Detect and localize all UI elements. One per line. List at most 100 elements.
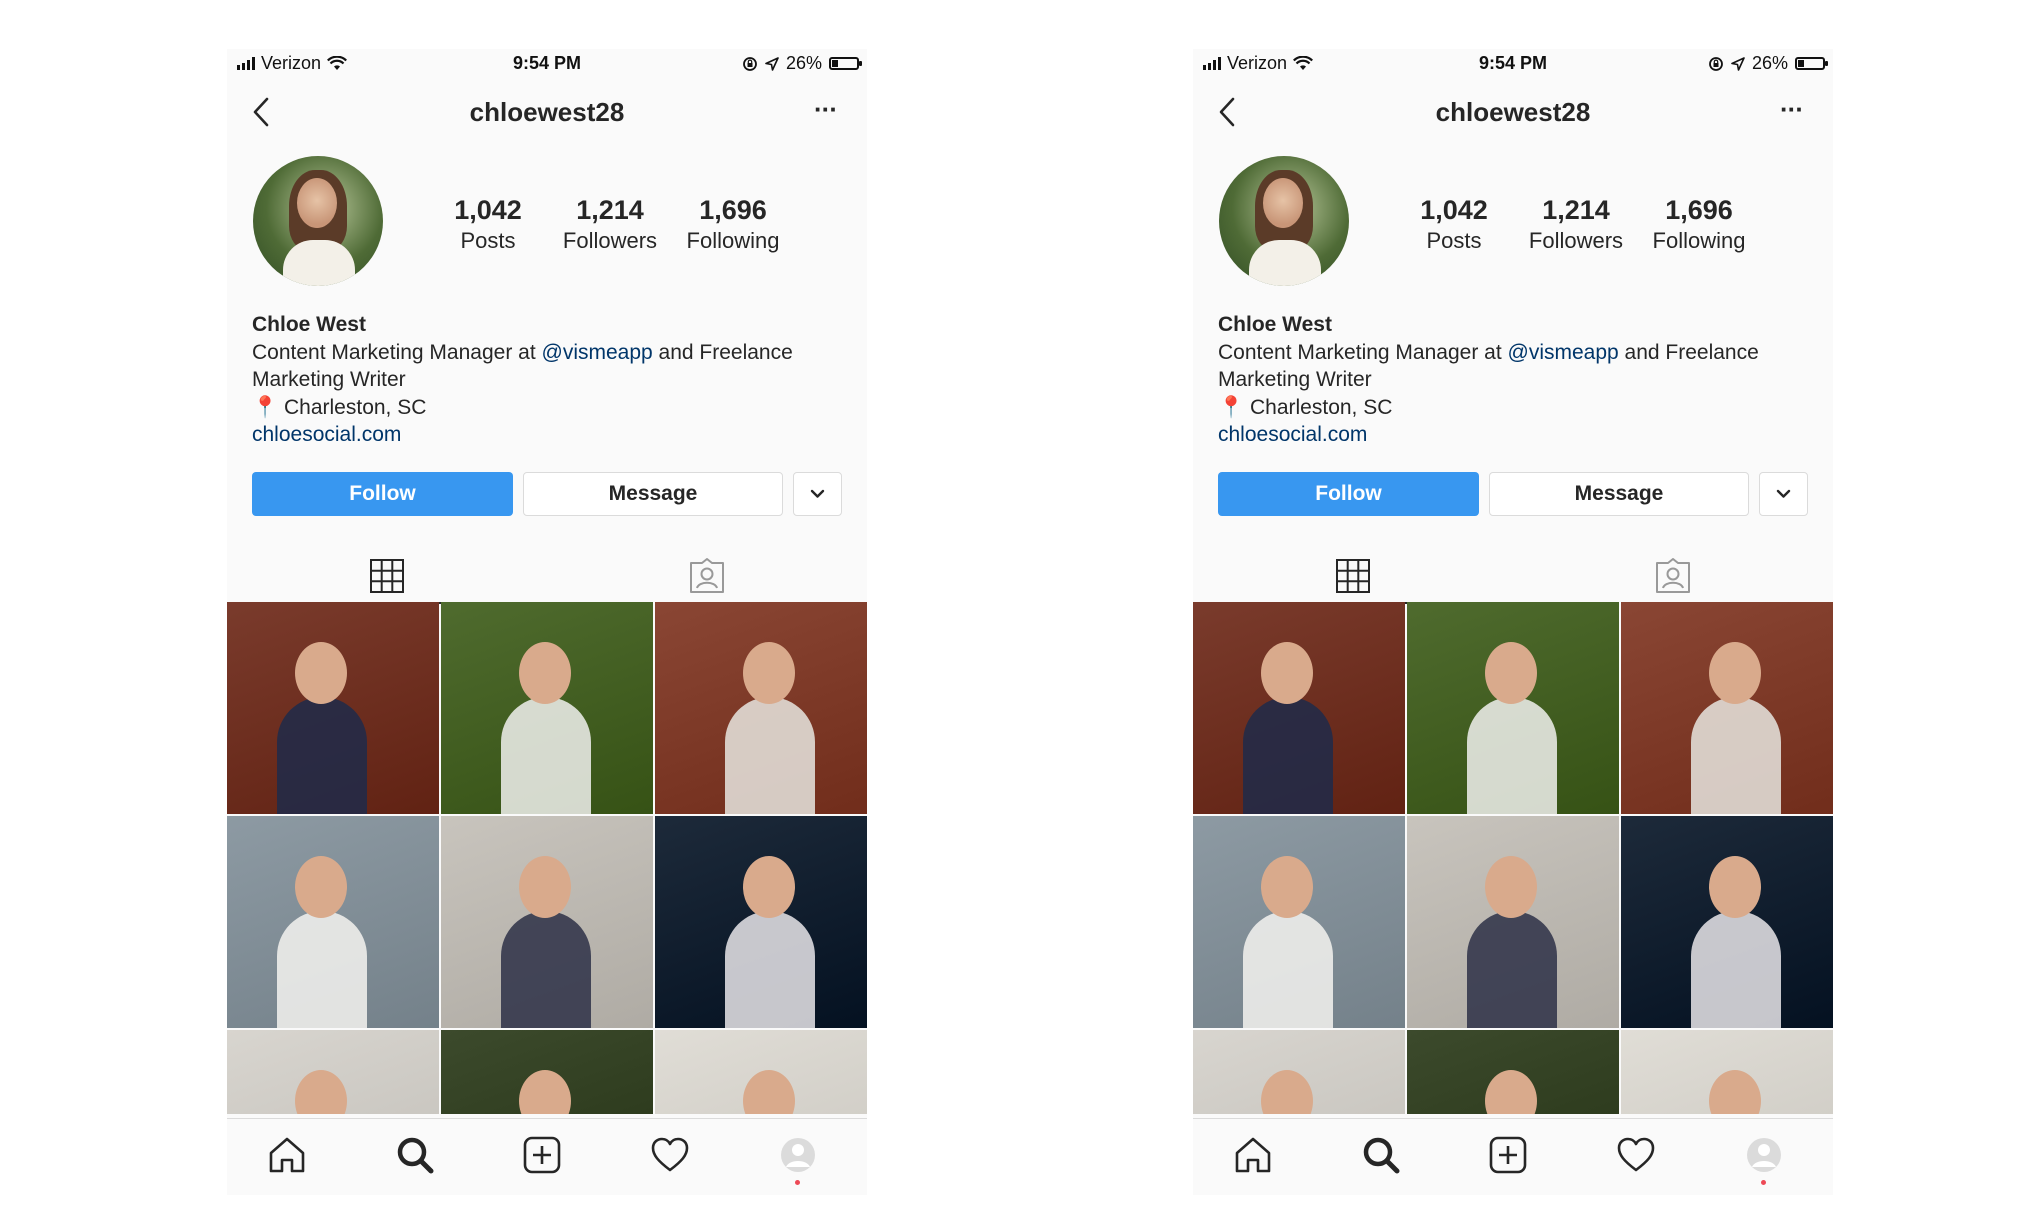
bio-website-link[interactable]: chloesocial.com	[252, 421, 852, 449]
activity-heart-icon	[651, 1137, 689, 1172]
stat-count: 1,696	[699, 195, 767, 225]
stat-followers[interactable]: 1,214 Followers	[1515, 195, 1637, 254]
profile-header: chloewest28 ···	[227, 87, 867, 137]
bio-location: 📍 Charleston, SC	[252, 395, 427, 419]
follow-button[interactable]: Follow	[252, 472, 513, 516]
stat-label: Following	[1652, 228, 1746, 253]
rotation-lock-icon	[743, 56, 757, 71]
photo-thumbnail[interactable]	[1621, 816, 1833, 1028]
stat-posts[interactable]: 1,042 Posts	[1393, 195, 1515, 254]
profile-tabs	[1193, 549, 1833, 604]
bottom-nav	[227, 1118, 867, 1195]
photo-thumbnail[interactable]	[1193, 1030, 1405, 1114]
status-bar: Verizon 9:54 PM 26%	[227, 49, 867, 79]
profile-icon	[1747, 1138, 1781, 1172]
chevron-down-icon	[810, 489, 825, 498]
status-bar: Verizon 9:54 PM 26%	[1193, 49, 1833, 79]
activity-heart-icon	[1617, 1137, 1655, 1172]
stat-count: 1,696	[1665, 195, 1733, 225]
photo-thumbnail[interactable]	[655, 1030, 867, 1114]
avatar[interactable]	[253, 156, 383, 286]
nav-home[interactable]	[265, 1133, 309, 1177]
profile-notification-dot	[795, 1180, 800, 1185]
more-options-icon[interactable]: ···	[1780, 96, 1804, 122]
profile-full-name: Chloe West	[1218, 313, 1332, 336]
photo-thumbnail[interactable]	[1621, 602, 1833, 814]
bio-description: Content Marketing Manager at @vismeapp a…	[1218, 340, 1759, 392]
nav-profile[interactable]	[1742, 1133, 1786, 1177]
photo-thumbnail[interactable]	[227, 816, 439, 1028]
search-icon	[1363, 1137, 1400, 1174]
avatar[interactable]	[1219, 156, 1349, 286]
bio-mention-link[interactable]: @vismeapp	[542, 341, 653, 364]
tab-tagged[interactable]	[547, 549, 867, 603]
tab-grid[interactable]	[1193, 549, 1513, 604]
profile-stats: 1,042 Posts 1,214 Followers 1,696 Following	[427, 195, 795, 254]
nav-new-post[interactable]	[1486, 1133, 1530, 1177]
photo-thumbnail[interactable]	[655, 602, 867, 814]
battery-icon	[829, 57, 862, 70]
photo-thumbnail[interactable]	[441, 602, 653, 814]
stat-following[interactable]: 1,696 Following	[1637, 195, 1761, 254]
home-icon	[269, 1137, 305, 1173]
location-icon	[765, 56, 779, 71]
chevron-down-icon	[1776, 489, 1791, 498]
stat-count: 1,042	[1420, 195, 1488, 225]
profile-header: chloewest28 ···	[1193, 87, 1833, 137]
photo-thumbnail[interactable]	[441, 816, 653, 1028]
photo-thumbnail[interactable]	[1193, 602, 1405, 814]
stat-count: 1,214	[1542, 195, 1610, 225]
battery-percent: 26%	[1751, 53, 1788, 73]
tagged-icon	[1656, 557, 1690, 593]
photo-thumbnail[interactable]	[227, 602, 439, 814]
photo-thumbnail[interactable]	[655, 816, 867, 1028]
photo-thumbnail[interactable]	[1621, 1030, 1833, 1114]
profile-full-name: Chloe West	[252, 313, 366, 336]
home-icon	[1235, 1137, 1271, 1173]
nav-home[interactable]	[1231, 1133, 1275, 1177]
profile-bio: Chloe West Content Marketing Manager at …	[1218, 311, 1818, 449]
suggested-dropdown-button[interactable]	[1759, 472, 1808, 516]
more-options-icon[interactable]: ···	[814, 96, 838, 122]
nav-new-post[interactable]	[520, 1133, 564, 1177]
phone-screen-right: Verizon 9:54 PM 26% chloewest28 ··· 1,04…	[1193, 49, 1833, 1195]
stat-label: Posts	[1426, 228, 1482, 253]
bio-mention-link[interactable]: @vismeapp	[1508, 341, 1619, 364]
photo-thumbnail[interactable]	[227, 1030, 439, 1114]
nav-activity[interactable]	[1614, 1133, 1658, 1177]
battery-fill	[1798, 60, 1804, 67]
bio-description: Content Marketing Manager at @vismeapp a…	[252, 340, 793, 392]
nav-search[interactable]	[393, 1133, 437, 1177]
profile-notification-dot	[1761, 1180, 1766, 1185]
bio-website-link[interactable]: chloesocial.com	[1218, 421, 1818, 449]
profile-icon	[781, 1138, 815, 1172]
photo-thumbnail[interactable]	[441, 1030, 653, 1114]
stat-followers[interactable]: 1,214 Followers	[549, 195, 671, 254]
tab-tagged[interactable]	[1513, 549, 1833, 603]
follow-button[interactable]: Follow	[1218, 472, 1479, 516]
status-right: 26%	[1708, 53, 1828, 74]
pin-icon: 📍	[252, 395, 279, 419]
photo-thumbnail[interactable]	[1193, 816, 1405, 1028]
bottom-nav	[1193, 1118, 1833, 1195]
profile-bio: Chloe West Content Marketing Manager at …	[252, 311, 852, 449]
stat-posts[interactable]: 1,042 Posts	[427, 195, 549, 254]
new-post-icon	[523, 1136, 561, 1174]
rotation-lock-icon	[1709, 56, 1723, 71]
status-right: 26%	[742, 53, 862, 74]
stat-following[interactable]: 1,696 Following	[671, 195, 795, 254]
nav-search[interactable]	[1359, 1133, 1403, 1177]
profile-actions: Follow Message	[252, 472, 842, 516]
suggested-dropdown-button[interactable]	[793, 472, 842, 516]
profile-stats: 1,042 Posts 1,214 Followers 1,696 Following	[1393, 195, 1761, 254]
bio-location: 📍 Charleston, SC	[1218, 395, 1393, 419]
photo-thumbnail[interactable]	[1407, 816, 1619, 1028]
photo-thumbnail[interactable]	[1407, 1030, 1619, 1114]
nav-profile[interactable]	[776, 1133, 820, 1177]
message-button[interactable]: Message	[523, 472, 783, 516]
nav-activity[interactable]	[648, 1133, 692, 1177]
tab-grid[interactable]	[227, 549, 547, 604]
photo-thumbnail[interactable]	[1407, 602, 1619, 814]
message-button[interactable]: Message	[1489, 472, 1749, 516]
search-icon	[397, 1137, 434, 1174]
